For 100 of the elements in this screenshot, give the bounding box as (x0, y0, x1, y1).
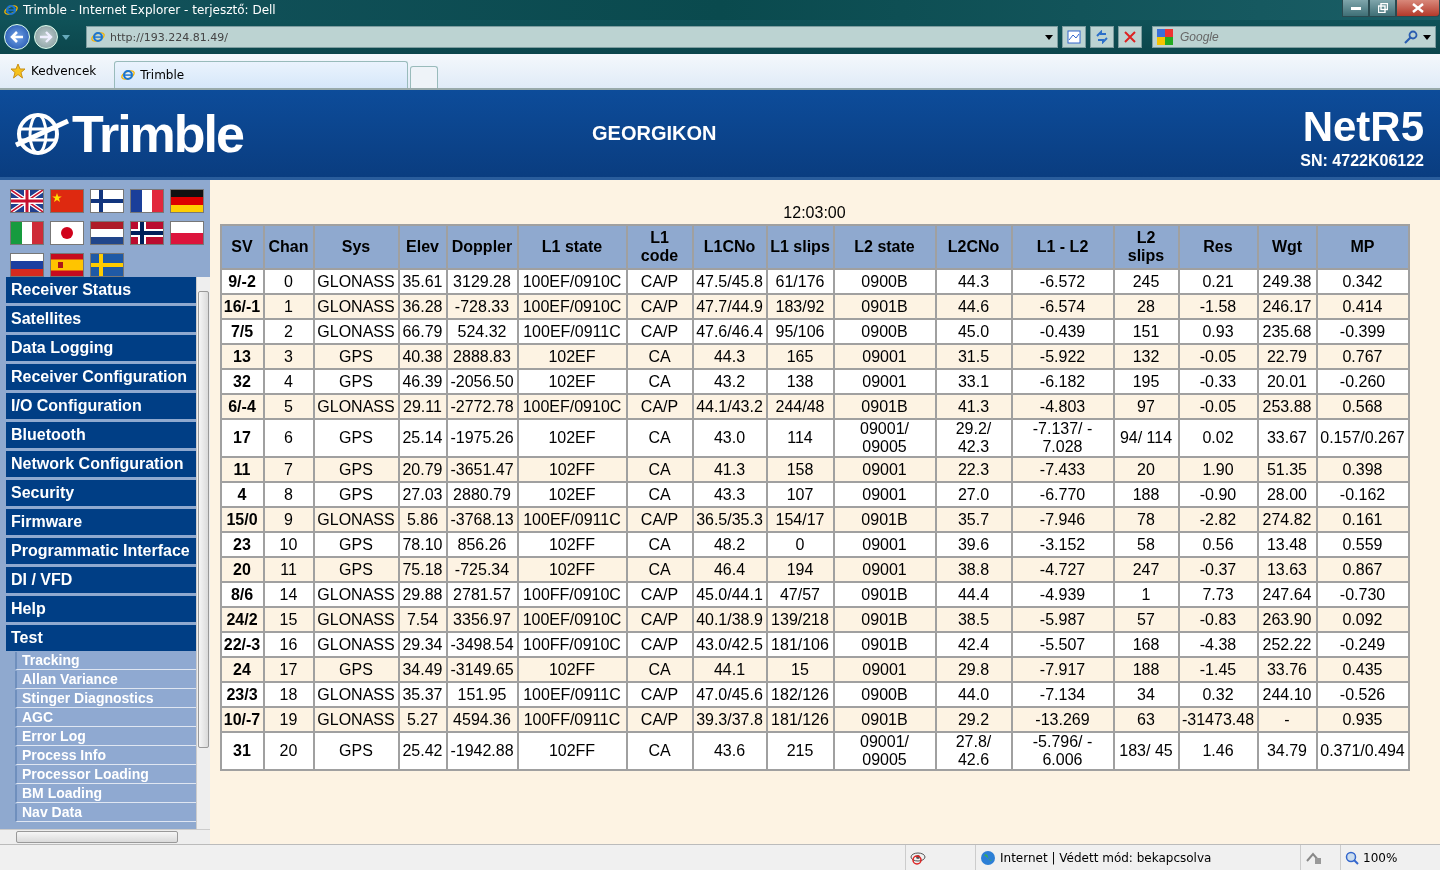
address-field[interactable]: http://193.224.81.49/ (86, 26, 1058, 48)
table-cell: 0900B (833, 682, 936, 707)
table-cell: 09001 (833, 557, 936, 582)
table-cell: 0901B (833, 707, 936, 732)
site-name: GEORGIKON (592, 122, 717, 145)
table-cell: 09001 (833, 532, 936, 557)
table-cell: 94/ 114 (1113, 419, 1179, 457)
table-cell: 0.157/0.267 (1316, 419, 1409, 457)
compatibility-button[interactable] (1062, 26, 1086, 48)
nav-item[interactable]: I/O Configuration (6, 393, 197, 419)
column-header: L2 slips (1113, 225, 1179, 269)
flag-icon[interactable] (130, 189, 164, 213)
table-cell: 09001 (833, 657, 936, 682)
table-cell: 0901B (833, 507, 936, 532)
nav-item[interactable]: Data Logging (6, 335, 197, 361)
table-cell: -5.507 (1011, 632, 1114, 657)
close-button[interactable] (1396, 0, 1440, 17)
table-cell: 6/-4 (220, 394, 264, 419)
table-cell: 25.42 (398, 732, 447, 770)
refresh-icon (1095, 30, 1109, 44)
globe-icon (980, 849, 996, 866)
table-cell: GLONASS (313, 269, 399, 294)
flag-icon[interactable] (90, 189, 124, 213)
table-cell: 20 (263, 732, 314, 770)
table-cell: 102EF (517, 419, 627, 457)
nav-item[interactable]: Bluetooth (6, 422, 197, 448)
blocked-eye-icon[interactable] (910, 850, 926, 865)
nav-item[interactable]: Satellites (6, 306, 197, 332)
flag-icon[interactable] (130, 221, 164, 245)
table-cell: 183/ 45 (1113, 732, 1179, 770)
table-cell: 100EF/0911C (517, 682, 627, 707)
table-cell: GPS (313, 369, 399, 394)
search-provider-icon[interactable] (1157, 29, 1173, 45)
table-cell: GPS (313, 532, 399, 557)
nav-item[interactable]: Receiver Status (6, 277, 197, 303)
table-cell: 27.8/ 42.6 (935, 732, 1012, 770)
table-cell: 0.435 (1316, 657, 1409, 682)
nav-item[interactable]: Security (6, 480, 197, 506)
flag-icon[interactable] (90, 221, 124, 245)
restore-button[interactable] (1369, 0, 1396, 17)
favorites-button[interactable]: Kedvencek (4, 57, 103, 85)
nav-item[interactable]: Network Configuration (6, 451, 197, 477)
column-header: L1 code (626, 225, 693, 269)
nav-item[interactable]: Firmware (6, 509, 197, 535)
table-cell: 13 (220, 344, 264, 369)
column-header: Chan (263, 225, 314, 269)
table-cell: 33.67 (1257, 419, 1317, 457)
nav-item[interactable]: Test (6, 625, 197, 651)
nav-item[interactable]: DI / VFD (6, 567, 197, 593)
table-cell: -0.399 (1316, 319, 1409, 344)
table-cell: -0.730 (1316, 582, 1409, 607)
search-icon[interactable] (1404, 30, 1418, 44)
table-cell: -5.987 (1011, 607, 1114, 632)
table-cell: -5.922 (1011, 344, 1114, 369)
zoom-level[interactable]: 100% (1363, 850, 1398, 865)
nav-item[interactable]: Programmatic Interface (6, 538, 197, 564)
nav-item[interactable]: Receiver Configuration (6, 364, 197, 390)
minimize-icon (1350, 6, 1361, 10)
table-cell: 09001 (833, 457, 936, 482)
stop-button[interactable] (1118, 26, 1142, 48)
flag-icon[interactable] (10, 189, 44, 213)
brand-name: Trimble (72, 103, 243, 164)
scrollbar[interactable] (196, 277, 210, 829)
search-field[interactable]: Google (1178, 29, 1399, 45)
table-cell: GPS (313, 419, 399, 457)
forward-button[interactable] (34, 25, 58, 49)
back-arrow-icon (10, 31, 24, 43)
table-cell: 102FF (517, 457, 627, 482)
table-cell: 0901B (833, 632, 936, 657)
table-cell: 0901B (833, 582, 936, 607)
table-cell: 0.559 (1316, 532, 1409, 557)
table-cell: 34.79 (1257, 732, 1317, 770)
column-header: L1 state (517, 225, 627, 269)
table-cell: 24 (220, 657, 264, 682)
minimize-button[interactable] (1342, 0, 1369, 17)
scrollbar[interactable] (0, 829, 210, 844)
search-box[interactable]: Google (1152, 26, 1436, 48)
table-cell: -6.770 (1011, 482, 1114, 507)
table-cell: 17 (220, 419, 264, 457)
nav-item[interactable]: Help (6, 596, 197, 622)
table-cell: 0.414 (1316, 294, 1409, 319)
table-cell: 0.371/0.494 (1316, 732, 1409, 770)
back-button[interactable] (4, 24, 30, 50)
refresh-button[interactable] (1090, 26, 1114, 48)
table-cell: 16/-1 (220, 294, 264, 319)
flag-icon[interactable] (170, 189, 204, 213)
table-cell: 0901B (833, 394, 936, 419)
flag-icon[interactable] (10, 253, 44, 277)
column-header: Res (1178, 225, 1258, 269)
table-cell: 100FF/0910C (517, 582, 627, 607)
history-caret-icon[interactable] (62, 34, 70, 40)
table-cell: -7.134 (1011, 682, 1114, 707)
table-cell: 0900B (833, 269, 936, 294)
table-cell: -7.137/ - 7.028 (1011, 419, 1114, 457)
table-cell: GPS (313, 344, 399, 369)
table-cell: 102EF (517, 369, 627, 394)
table-cell: 4 (220, 482, 264, 507)
table-cell: 32 (220, 369, 264, 394)
table-cell: GLONASS (313, 682, 399, 707)
browser-tab[interactable]: Trimble (114, 61, 409, 88)
